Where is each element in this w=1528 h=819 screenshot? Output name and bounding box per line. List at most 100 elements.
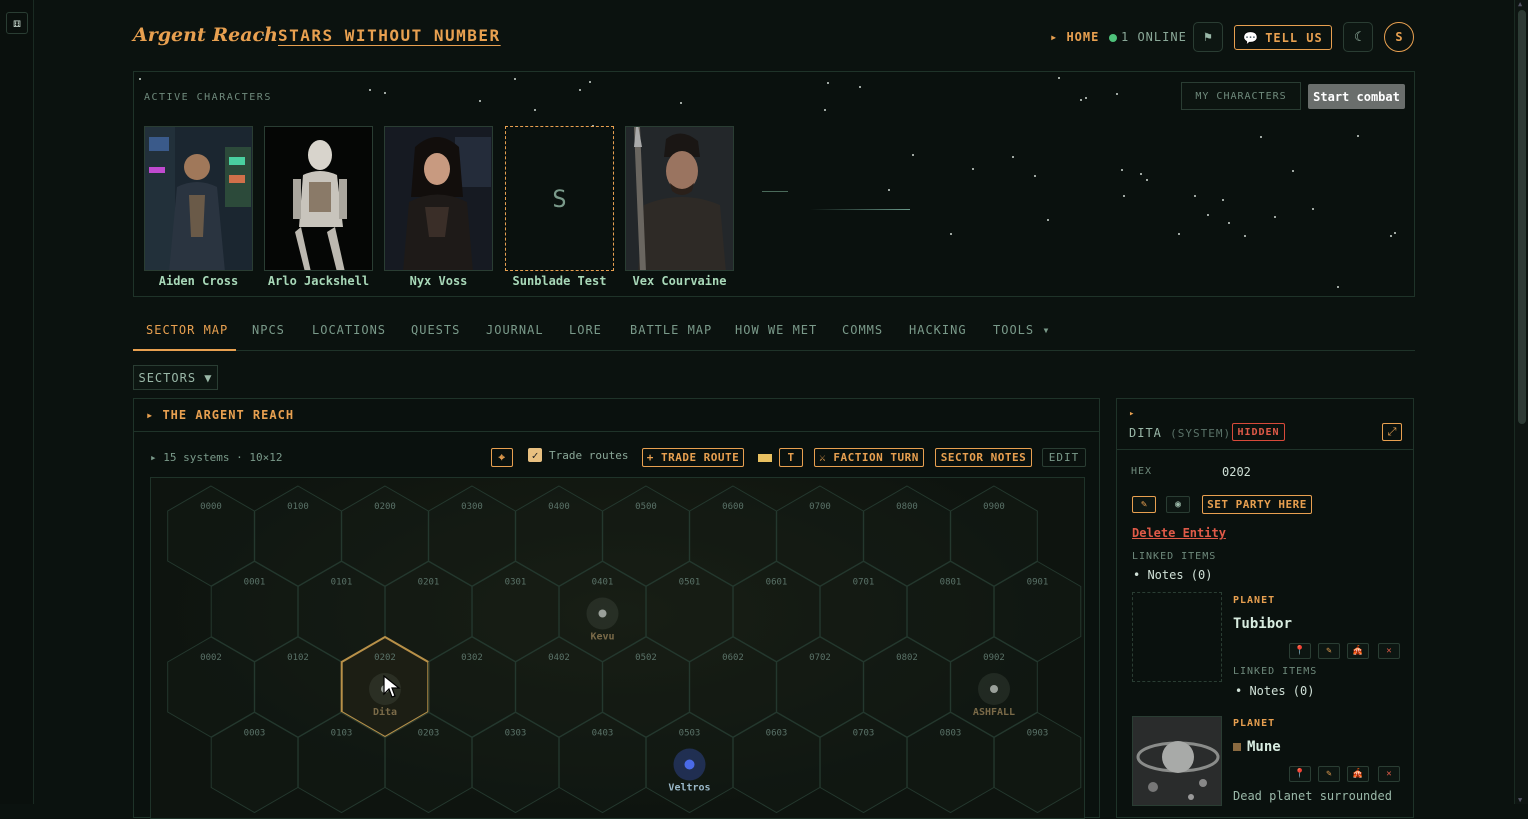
scroll-down-icon[interactable]: ▼ bbox=[1518, 796, 1522, 804]
text-tool-button[interactable]: T bbox=[779, 448, 803, 467]
dice-icon[interactable]: ⚅ bbox=[6, 12, 28, 34]
planet-thumbnail[interactable] bbox=[1132, 592, 1222, 682]
theme-toggle-button[interactable]: ☾ bbox=[1343, 22, 1373, 52]
trade-routes-checkbox[interactable]: ✓ bbox=[528, 448, 542, 462]
hex-label: 0601 bbox=[766, 578, 788, 588]
collapse-arrow-icon[interactable]: ▸ bbox=[1129, 409, 1134, 419]
hex-label: 0700 bbox=[809, 502, 831, 512]
entity-name: DITA bbox=[1129, 426, 1162, 440]
left-rail: ⚅ bbox=[0, 0, 34, 804]
character-card[interactable]: Arlo Jackshell bbox=[264, 126, 373, 292]
user-avatar[interactable]: S bbox=[1384, 22, 1414, 52]
star bbox=[589, 81, 591, 83]
expand-button[interactable]: ⤢ bbox=[1382, 423, 1402, 441]
character-card[interactable]: Nyx Voss bbox=[384, 126, 493, 292]
hex-label: 0603 bbox=[766, 729, 788, 739]
sectors-dropdown[interactable]: SECTORS ▼ bbox=[133, 365, 218, 390]
remove-planet-button[interactable]: ✕ bbox=[1378, 766, 1400, 782]
system-name[interactable]: Kevu bbox=[590, 632, 614, 643]
scroll-thumb[interactable] bbox=[1518, 10, 1526, 424]
tab-locations[interactable]: LOCATIONS bbox=[312, 323, 386, 337]
edit-map-button[interactable]: EDIT bbox=[1042, 448, 1086, 467]
expand-icon: ⤢ bbox=[1387, 425, 1397, 438]
sector-map-panel: ▸ THE ARGENT REACH ▸ 15 systems · 10×12 … bbox=[133, 398, 1100, 819]
hex-map[interactable]: 0000 0100 0200 0300 0400 0500 0600 0700 0800 0900… bbox=[150, 477, 1085, 819]
tab-quests[interactable]: QUESTS bbox=[411, 323, 460, 337]
character-card[interactable]: Aiden Cross bbox=[144, 126, 253, 292]
star bbox=[1080, 99, 1082, 101]
tab-comms[interactable]: COMMS bbox=[842, 323, 883, 337]
hex-label: 0803 bbox=[940, 729, 962, 739]
locate-planet-button[interactable]: 📍 bbox=[1289, 766, 1311, 782]
tab-journal[interactable]: JOURNAL bbox=[486, 323, 544, 337]
edit-planet-button[interactable]: ✎ bbox=[1318, 643, 1340, 659]
system-star[interactable] bbox=[684, 759, 695, 770]
game-system-link[interactable]: STARS WITHOUT NUMBER bbox=[278, 26, 501, 45]
home-link[interactable]: ▸ HOME bbox=[1050, 30, 1099, 44]
delete-entity-link[interactable]: Delete Entity bbox=[1132, 526, 1226, 540]
character-name: Sunblade Test bbox=[512, 274, 607, 288]
online-count: 1 ONLINE bbox=[1121, 30, 1187, 44]
star bbox=[1274, 216, 1276, 218]
hex-label: 0001 bbox=[244, 578, 266, 588]
planet-scene-button[interactable]: 🎪 bbox=[1347, 766, 1369, 782]
compass-button[interactable]: ⌖ bbox=[491, 448, 513, 467]
pin-icon: 📍 bbox=[1294, 646, 1306, 656]
locate-planet-button[interactable]: 📍 bbox=[1289, 643, 1311, 659]
system-star[interactable] bbox=[598, 609, 607, 618]
star bbox=[1260, 136, 1262, 138]
page-scrollbar[interactable]: ▲ ▼ bbox=[1514, 0, 1528, 804]
set-party-here-button[interactable]: SET PARTY HERE bbox=[1202, 495, 1312, 514]
character-card[interactable]: Vex Courvaine bbox=[625, 126, 734, 292]
tab-lore[interactable]: LORE bbox=[569, 323, 602, 337]
edit-planet-button[interactable]: ✎ bbox=[1318, 766, 1340, 782]
star bbox=[827, 82, 829, 84]
star bbox=[1121, 169, 1123, 171]
star bbox=[1178, 233, 1180, 235]
system-name[interactable]: Veltros bbox=[668, 783, 710, 794]
eye-icon: ◉ bbox=[1174, 499, 1182, 510]
sector-notes-button[interactable]: SECTOR NOTES bbox=[935, 448, 1032, 467]
tab-sector-map[interactable]: SECTOR MAP bbox=[146, 323, 228, 337]
system-star[interactable] bbox=[990, 685, 998, 693]
remove-planet-button[interactable]: ✕ bbox=[1378, 643, 1400, 659]
planet-thumbnail[interactable] bbox=[1132, 716, 1222, 806]
visibility-button[interactable]: ◉ bbox=[1166, 496, 1190, 513]
tab-npcs[interactable]: NPCS bbox=[252, 323, 285, 337]
notes-link[interactable]: • Notes (0) bbox=[1235, 684, 1314, 698]
system-name[interactable]: Dita bbox=[373, 706, 397, 718]
start-combat-button[interactable]: Start combat bbox=[1308, 84, 1405, 109]
streak bbox=[810, 209, 910, 210]
tab-how-we-met[interactable]: HOW WE MET bbox=[735, 323, 817, 337]
hex-label: 0403 bbox=[592, 729, 614, 739]
sector-info: ▸ 15 systems · 10×12 bbox=[150, 451, 283, 464]
system-name[interactable]: ASHFALL bbox=[973, 707, 1015, 718]
my-characters-button[interactable]: MY CHARACTERS bbox=[1181, 82, 1301, 110]
hex-label: 0502 bbox=[635, 653, 657, 663]
hex-label: 0702 bbox=[809, 653, 831, 663]
scroll-up-icon[interactable]: ▲ bbox=[1518, 0, 1522, 8]
hex-grid[interactable]: 0000 0100 0200 0300 0400 0500 0600 0700 0800 0900… bbox=[151, 478, 1085, 819]
star bbox=[369, 89, 371, 91]
tab-tools[interactable]: TOOLS ▾ bbox=[993, 323, 1051, 337]
edit-entity-button[interactable]: ✎ bbox=[1132, 496, 1156, 513]
flag-button[interactable]: ⚑ bbox=[1193, 22, 1223, 52]
add-trade-route-button[interactable]: + TRADE ROUTE bbox=[642, 448, 744, 467]
character-card[interactable]: S Sunblade Test bbox=[505, 126, 614, 292]
notes-link[interactable]: • Notes (0) bbox=[1133, 568, 1212, 582]
planet-name-row[interactable]: Mune bbox=[1233, 739, 1281, 755]
tab-hacking[interactable]: HACKING bbox=[909, 323, 967, 337]
hex-label: 0301 bbox=[505, 578, 527, 588]
character-portrait bbox=[384, 126, 493, 271]
hex-label: 0500 bbox=[635, 502, 657, 512]
hidden-status-badge[interactable]: HIDDEN bbox=[1232, 423, 1285, 441]
tell-us-button[interactable]: 💬 TELL US bbox=[1234, 25, 1332, 50]
campaign-title[interactable]: Argent Reach bbox=[133, 24, 278, 46]
tab-battle-map[interactable]: BATTLE MAP bbox=[630, 323, 712, 337]
color-swatch-button[interactable] bbox=[754, 448, 776, 467]
faction-turn-button[interactable]: ⚔ FACTION TURN bbox=[814, 448, 924, 467]
sector-title[interactable]: ▸ THE ARGENT REACH bbox=[146, 408, 294, 422]
planet-name[interactable]: Tubibor bbox=[1233, 616, 1292, 632]
hex-label: 0401 bbox=[592, 578, 614, 588]
planet-scene-button[interactable]: 🎪 bbox=[1347, 643, 1369, 659]
